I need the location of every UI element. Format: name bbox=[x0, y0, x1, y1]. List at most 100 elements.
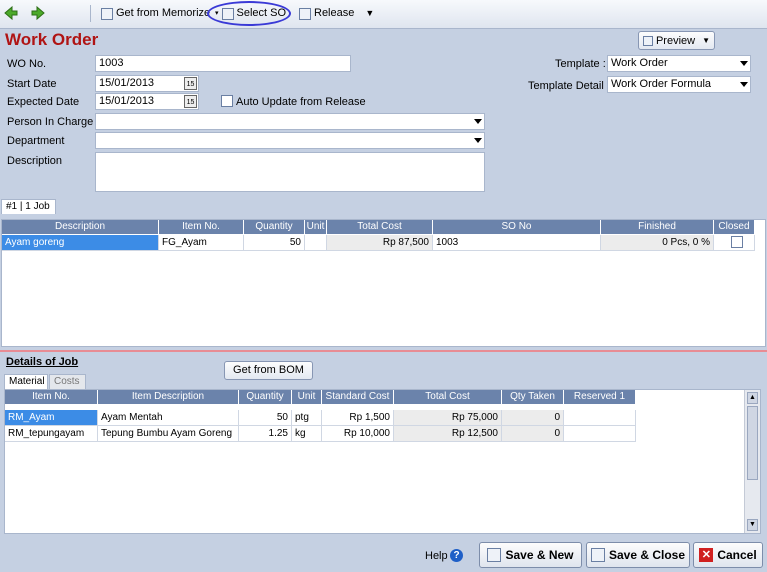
expected-date-value: 15/01/2013 bbox=[99, 95, 155, 107]
col-header-standard-cost[interactable]: Standard Cost bbox=[322, 390, 394, 404]
col-header-total-cost[interactable]: Total Cost bbox=[327, 220, 433, 234]
jobs-table: Description Item No. Quantity Unit Total… bbox=[1, 219, 766, 347]
cell-item-no[interactable]: FG_Ayam bbox=[159, 235, 244, 251]
col-header-reserved-1[interactable]: Reserved 1 bbox=[564, 390, 636, 404]
start-date-label: Start Date bbox=[7, 78, 57, 90]
chevron-down-icon bbox=[474, 119, 482, 124]
scroll-up-icon[interactable]: ▲ bbox=[747, 392, 758, 404]
details-title: Details of Job bbox=[6, 356, 79, 368]
tab-costs[interactable]: Costs bbox=[49, 374, 86, 389]
person-in-charge-label: Person In Charge bbox=[7, 116, 94, 128]
save-and-new-button[interactable]: Save & New bbox=[479, 542, 582, 568]
cell-total-cost: Rp 12,500 bbox=[394, 426, 502, 442]
col-header-so-no[interactable]: SO No bbox=[433, 220, 601, 234]
wo-no-label: WO No. bbox=[7, 58, 47, 70]
cell-total-cost: Rp 75,000 bbox=[394, 410, 502, 426]
col-header-unit[interactable]: Unit bbox=[305, 220, 327, 234]
col-header-closed[interactable]: Closed bbox=[714, 220, 755, 234]
template-label: Template : bbox=[555, 58, 606, 70]
col-header-qty-taken[interactable]: Qty Taken bbox=[502, 390, 564, 404]
save-and-close-button[interactable]: Save & Close bbox=[586, 542, 690, 568]
department-select[interactable] bbox=[95, 132, 485, 149]
expected-date-label: Expected Date bbox=[7, 96, 80, 108]
close-icon: ✕ bbox=[699, 548, 714, 562]
calendar-icon[interactable]: 15 bbox=[184, 95, 197, 108]
materials-table: Item No. Item Description Quantity Unit … bbox=[4, 389, 761, 534]
release-icon bbox=[299, 7, 311, 20]
vertical-scrollbar[interactable]: ▲ ▼ bbox=[744, 390, 760, 533]
template-select[interactable]: Work Order bbox=[607, 55, 751, 72]
printer-icon bbox=[642, 35, 653, 46]
template-value: Work Order bbox=[611, 57, 668, 69]
start-date-input[interactable]: 15/01/2013 15 bbox=[95, 75, 199, 92]
cell-so-no[interactable]: 1003 bbox=[433, 235, 601, 251]
panel-divider[interactable] bbox=[0, 350, 767, 352]
cancel-button[interactable]: ✕ Cancel bbox=[693, 542, 763, 568]
cell-qty-taken: 0 bbox=[502, 410, 564, 426]
cell-unit[interactable]: ptg bbox=[292, 410, 322, 426]
cell-closed bbox=[714, 235, 755, 251]
col-header-item-description[interactable]: Item Description bbox=[98, 390, 239, 404]
cell-item-description[interactable]: Ayam Mentah bbox=[98, 410, 239, 426]
col-header-item-no[interactable]: Item No. bbox=[159, 220, 244, 234]
cell-quantity[interactable]: 50 bbox=[239, 410, 292, 426]
auto-update-checkbox[interactable] bbox=[221, 95, 233, 107]
description-textarea[interactable] bbox=[95, 152, 485, 192]
template-detail-value: Work Order Formula bbox=[611, 78, 712, 90]
cell-item-description[interactable]: Tepung Bumbu Ayam Goreng bbox=[98, 426, 239, 442]
cell-standard-cost[interactable]: Rp 10,000 bbox=[322, 426, 394, 442]
memorize-icon bbox=[101, 7, 113, 20]
cell-total-cost: Rp 87,500 bbox=[327, 235, 433, 251]
cell-standard-cost[interactable]: Rp 1,500 bbox=[322, 410, 394, 426]
closed-checkbox[interactable] bbox=[731, 236, 743, 248]
get-from-memorize-button[interactable]: Get from Memorize bbox=[98, 5, 213, 22]
col-header-quantity[interactable]: Quantity bbox=[239, 390, 292, 404]
save-close-icon bbox=[590, 548, 605, 562]
chevron-down-icon bbox=[740, 61, 748, 66]
col-header-finished[interactable]: Finished bbox=[601, 220, 714, 234]
cell-item-no[interactable]: RM_tepungayam bbox=[5, 426, 98, 442]
col-header-unit[interactable]: Unit bbox=[292, 390, 322, 404]
cell-qty-taken: 0 bbox=[502, 426, 564, 442]
page-title: Work Order bbox=[5, 30, 99, 49]
col-header-total-cost[interactable]: Total Cost bbox=[394, 390, 502, 404]
chevron-down-icon bbox=[740, 82, 748, 87]
cell-finished: 0 Pcs, 0 % bbox=[601, 235, 714, 251]
cell-unit[interactable]: kg bbox=[292, 426, 322, 442]
template-detail-select[interactable]: Work Order Formula bbox=[607, 76, 751, 93]
release-dropdown-icon[interactable]: ▼ bbox=[365, 5, 374, 22]
cell-description[interactable]: Ayam goreng bbox=[2, 235, 159, 251]
cell-quantity[interactable]: 50 bbox=[244, 235, 305, 251]
tab-material[interactable]: Material bbox=[4, 374, 48, 389]
cell-unit[interactable] bbox=[305, 235, 327, 251]
cell-item-no[interactable]: RM_Ayam bbox=[5, 410, 98, 426]
toolbar: Get from Memorize ▾ Select SO Release ▼ bbox=[0, 0, 767, 29]
cell-reserved-1[interactable] bbox=[564, 410, 636, 426]
preview-button[interactable]: Preview ▼ bbox=[638, 31, 715, 50]
start-date-value: 15/01/2013 bbox=[99, 77, 155, 89]
help-icon[interactable]: ? bbox=[450, 549, 463, 562]
help-label[interactable]: Help bbox=[425, 550, 448, 562]
forward-arrow-icon[interactable] bbox=[30, 5, 46, 21]
wo-no-input[interactable]: 1003 bbox=[95, 55, 351, 72]
person-in-charge-select[interactable] bbox=[95, 113, 485, 130]
col-header-quantity[interactable]: Quantity bbox=[244, 220, 305, 234]
auto-update-label: Auto Update from Release bbox=[236, 96, 366, 108]
cell-reserved-1[interactable] bbox=[564, 426, 636, 442]
get-from-bom-button[interactable]: Get from BOM bbox=[224, 361, 313, 380]
expected-date-input[interactable]: 15/01/2013 15 bbox=[95, 93, 199, 110]
scroll-thumb[interactable] bbox=[747, 406, 758, 480]
release-button[interactable]: Release ▼ bbox=[296, 5, 377, 22]
chevron-down-icon: ▼ bbox=[702, 36, 711, 45]
highlight-circle bbox=[207, 1, 291, 26]
cell-quantity[interactable]: 1.25 bbox=[239, 426, 292, 442]
calendar-icon[interactable]: 15 bbox=[184, 77, 197, 90]
tab-job[interactable]: #1 | 1 Job bbox=[1, 199, 56, 214]
back-arrow-icon[interactable] bbox=[3, 5, 19, 21]
col-header-item-no[interactable]: Item No. bbox=[5, 390, 98, 404]
template-detail-label: Template Detail : bbox=[528, 80, 610, 92]
save-new-icon bbox=[487, 548, 502, 562]
col-header-description[interactable]: Description bbox=[2, 220, 159, 234]
toolbar-separator bbox=[90, 5, 91, 22]
scroll-down-icon[interactable]: ▼ bbox=[747, 519, 758, 531]
